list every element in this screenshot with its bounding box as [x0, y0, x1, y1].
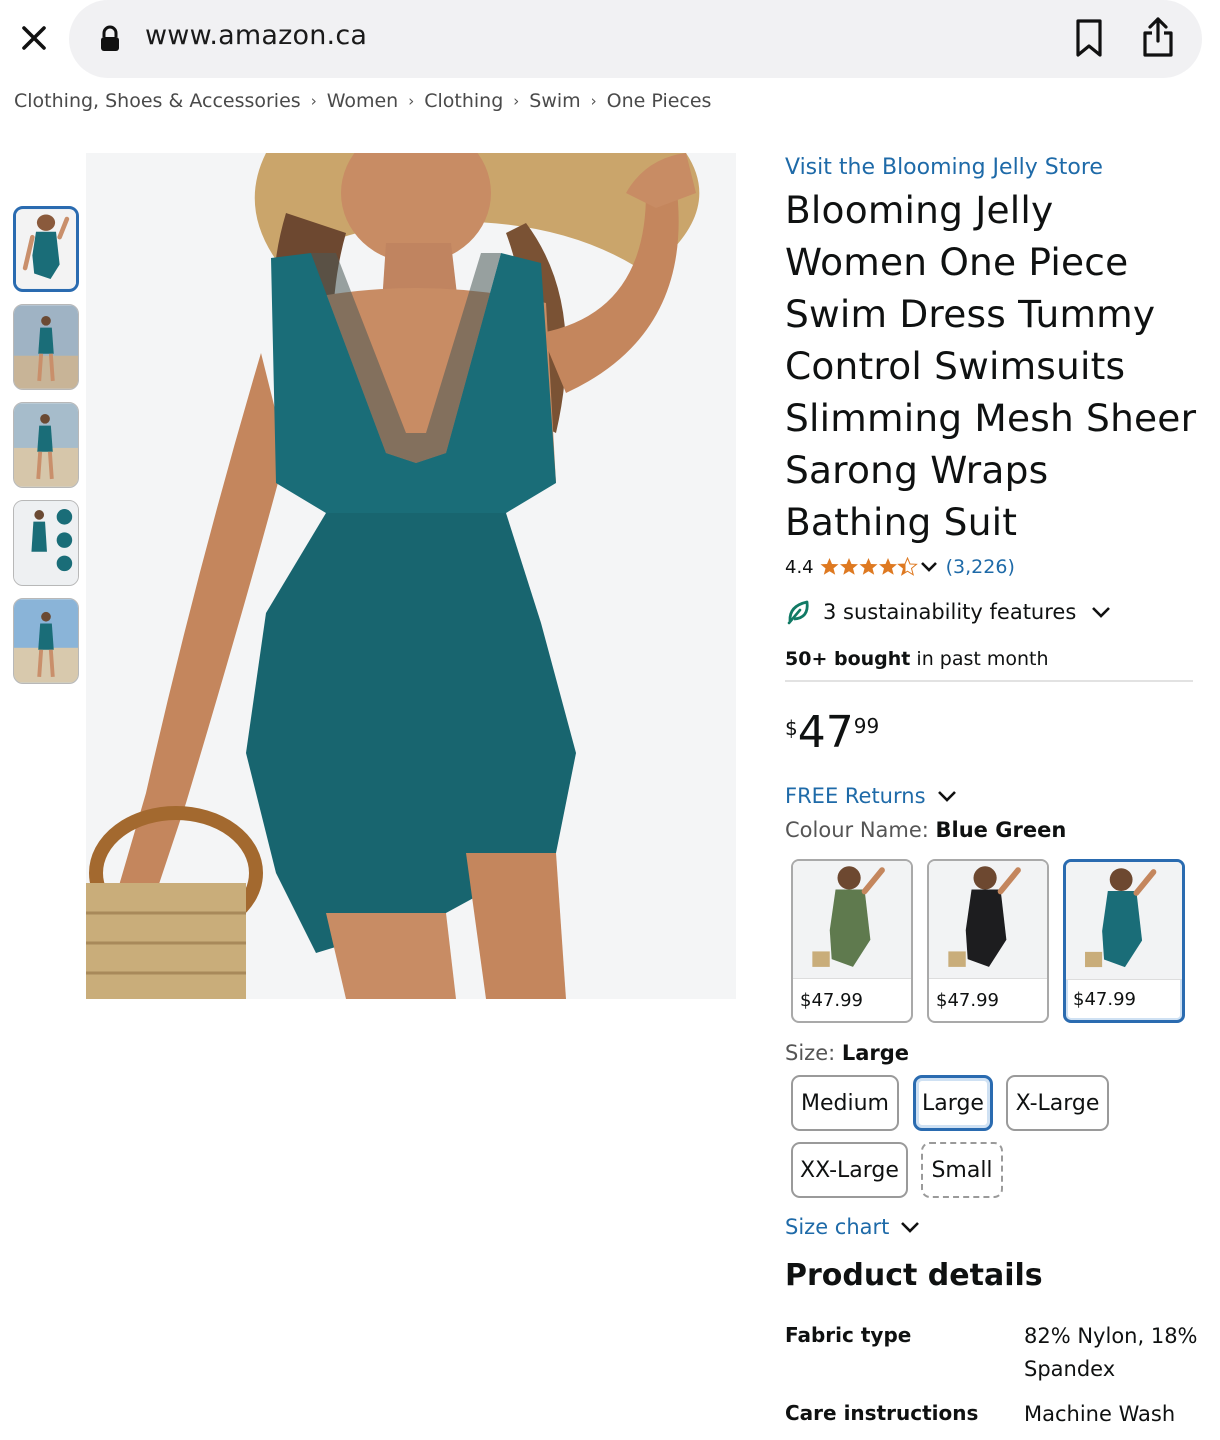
chevron-down-icon	[937, 791, 956, 802]
url-text: www.amazon.ca	[145, 20, 368, 51]
rating-value: 4.4	[785, 556, 814, 578]
swatch-price: $47.99	[800, 990, 863, 1011]
chevron-right-icon: ›	[513, 92, 520, 110]
store-link[interactable]: Visit the Blooming Jelly Store	[785, 155, 1200, 180]
size-option-medium[interactable]: Medium	[791, 1075, 899, 1131]
star-rating-icon	[820, 557, 917, 576]
bought-count: 50+ bought	[785, 648, 911, 670]
breadcrumb-item[interactable]: Clothing, Shoes & Accessories	[14, 90, 301, 112]
browser-top-bar: www.amazon.ca	[0, 0, 1220, 80]
product-photo	[86, 153, 736, 999]
colour-swatch-green[interactable]: $47.99	[791, 859, 913, 1023]
swatch-price: $47.99	[936, 990, 999, 1011]
size-option-large[interactable]: Large	[913, 1075, 993, 1131]
size-label: Size:	[785, 1041, 842, 1065]
thumbnail-image	[14, 305, 78, 389]
chevron-right-icon: ›	[310, 92, 317, 110]
chevron-down-icon	[920, 562, 937, 572]
product-thumbnail[interactable]	[13, 402, 79, 488]
review-count-link[interactable]: (3,226)	[946, 556, 1015, 578]
detail-value: Machine Wash	[1024, 1402, 1176, 1426]
swatch-price: $47.99	[1073, 989, 1136, 1010]
colour-swatches: $47.99 $47.99 $47.99	[791, 859, 1191, 1025]
lock-icon	[101, 25, 119, 51]
chevron-right-icon: ›	[590, 92, 597, 110]
breadcrumb: Clothing, Shoes & Accessories › Women › …	[14, 90, 711, 112]
chevron-right-icon: ›	[408, 92, 415, 110]
chevron-down-icon	[901, 1222, 920, 1233]
free-returns-label: FREE Returns	[785, 784, 926, 808]
colour-swatch-black[interactable]: $47.99	[927, 859, 1049, 1023]
size-value: Large	[841, 1041, 910, 1065]
colour-name-row: Colour Name: Blue Green	[785, 818, 1200, 842]
price: $ 47 99	[785, 710, 1200, 756]
address-bar[interactable]: www.amazon.ca	[69, 0, 1202, 78]
colour-value: Blue Green	[935, 818, 1067, 842]
size-chart-link[interactable]: Size chart	[785, 1215, 923, 1239]
product-thumbnail[interactable]	[13, 304, 79, 390]
colour-swatch-blue-green[interactable]: $47.99	[1063, 859, 1185, 1023]
swatch-image	[793, 861, 911, 979]
bought-in-past-month: 50+ bought in past month	[785, 648, 1193, 682]
price-currency: $	[785, 716, 798, 740]
size-option-xx-large[interactable]: XX-Large	[791, 1142, 908, 1198]
sustainability-label: 3 sustainability features	[823, 600, 1077, 624]
breadcrumb-item[interactable]: Clothing	[424, 90, 503, 112]
breadcrumb-item[interactable]: Swim	[529, 90, 580, 112]
main-product-image[interactable]	[86, 153, 736, 999]
size-label-row: Size: Large	[785, 1041, 909, 1065]
breadcrumb-item[interactable]: Women	[327, 90, 399, 112]
rating-row[interactable]: 4.4 (3,226)	[785, 556, 1200, 578]
product-details-heading: Product details	[785, 1258, 1043, 1293]
colour-label: Colour Name:	[785, 818, 936, 842]
product-info: Visit the Blooming Jelly Store Blooming …	[785, 155, 1200, 842]
product-title: Blooming Jelly Women One Piece Swim Dres…	[785, 188, 1197, 544]
thumbnail-image	[14, 501, 78, 585]
price-fraction: 99	[853, 714, 880, 738]
bookmark-icon[interactable]	[1072, 18, 1106, 58]
detail-label: Fabric type	[785, 1323, 912, 1347]
bought-suffix: in past month	[910, 648, 1049, 670]
size-chart-label: Size chart	[785, 1215, 890, 1239]
swatch-image	[1066, 862, 1182, 980]
detail-label: Care instructions	[785, 1401, 979, 1425]
thumbnail-image	[16, 209, 76, 289]
product-thumbnail[interactable]	[13, 206, 79, 292]
close-icon[interactable]	[16, 20, 52, 56]
product-thumbnail[interactable]	[13, 598, 79, 684]
price-whole: 47	[797, 707, 854, 758]
thumbnail-image	[14, 599, 78, 683]
size-option-x-large[interactable]: X-Large	[1006, 1075, 1109, 1131]
free-returns-link[interactable]: FREE Returns	[785, 784, 1200, 808]
leaf-icon	[787, 600, 809, 625]
chevron-down-icon	[1092, 607, 1111, 618]
share-icon[interactable]	[1140, 15, 1176, 59]
product-thumbnail[interactable]	[13, 500, 79, 586]
breadcrumb-item[interactable]: One Pieces	[607, 90, 712, 112]
swatch-image	[929, 861, 1047, 979]
size-option-small[interactable]: Small	[921, 1142, 1003, 1198]
thumbnail-image	[14, 403, 78, 487]
sustainability-features[interactable]: 3 sustainability features	[785, 598, 1200, 626]
detail-value: 82% Nylon, 18% Spandex	[1024, 1324, 1198, 1381]
